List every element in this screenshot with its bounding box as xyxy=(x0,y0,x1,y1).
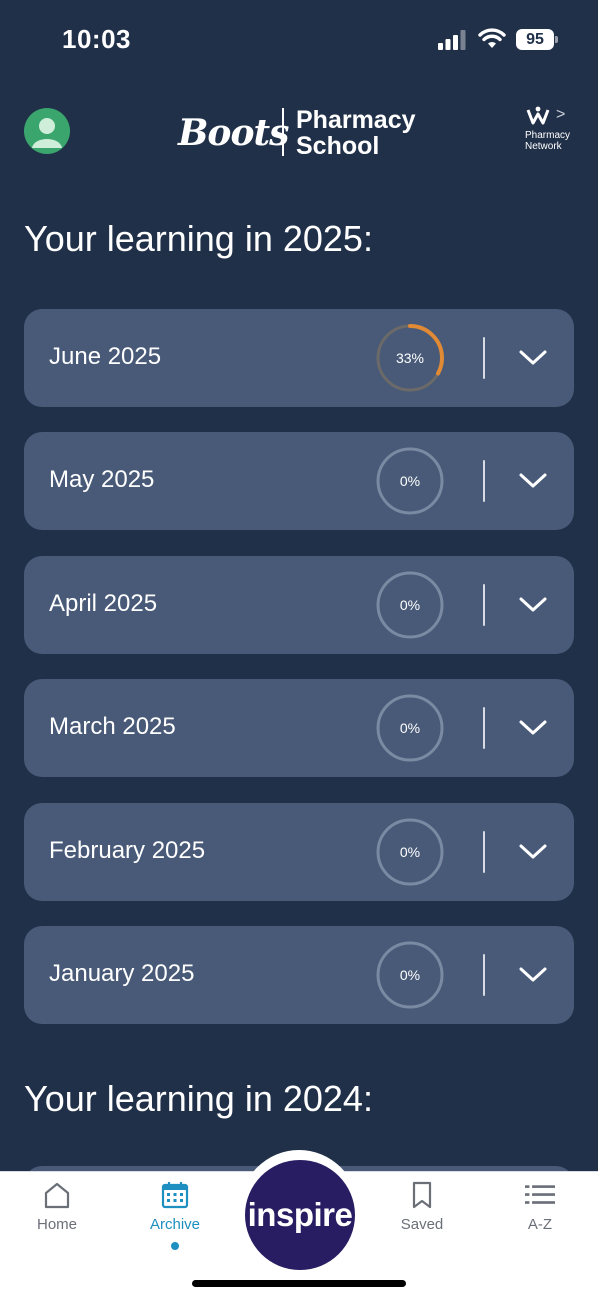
progress-percentage: 0% xyxy=(399,843,421,860)
month-label: March 2025 xyxy=(49,713,176,741)
nav-home[interactable]: Home xyxy=(7,1180,107,1250)
nav-archive-label: Archive xyxy=(149,1216,201,1233)
chevron-right-icon: > xyxy=(556,106,566,123)
nav-archive[interactable]: Archive xyxy=(125,1180,225,1250)
user-icon xyxy=(32,118,62,148)
list-icon xyxy=(525,1185,555,1204)
nav-a-z-label: A-Z xyxy=(527,1216,553,1233)
month-label: April 2025 xyxy=(49,589,158,617)
nav-saved-label: Saved xyxy=(400,1216,444,1233)
progress-percentage: 0% xyxy=(399,473,421,490)
logo-line-school: School xyxy=(296,132,380,160)
month-card[interactable]: February 2025 0% xyxy=(24,802,574,901)
card-divider xyxy=(483,707,485,750)
chevron-down-icon[interactable] xyxy=(518,713,548,743)
nav-saved[interactable]: Saved xyxy=(372,1180,472,1250)
card-divider xyxy=(483,337,485,379)
boots-logo-text: Boots xyxy=(178,112,289,154)
cellular-signal-icon xyxy=(438,30,466,50)
chevron-down-icon[interactable] xyxy=(518,960,548,990)
bookmark-icon xyxy=(412,1181,432,1209)
card-divider xyxy=(483,830,485,873)
section-title-2025: Your learning in 2025: xyxy=(24,218,373,259)
month-label: May 2025 xyxy=(49,466,155,494)
battery-icon: 95 xyxy=(516,29,558,50)
pharmacy-network-logo-icon xyxy=(526,106,550,125)
inspire-button[interactable]: inspire xyxy=(245,1160,355,1270)
progress-percentage: 0% xyxy=(399,720,421,737)
card-divider xyxy=(483,460,485,503)
month-card[interactable]: January 2025 0% xyxy=(24,925,574,1024)
home-indicator[interactable] xyxy=(192,1280,406,1287)
logo-line-pharmacy: Pharmacy xyxy=(296,106,416,134)
chevron-down-icon[interactable] xyxy=(518,343,548,373)
profile-avatar[interactable] xyxy=(24,108,70,154)
battery-level: 95 xyxy=(516,29,554,50)
section-title-2024: Your learning in 2024: xyxy=(24,1078,373,1119)
card-divider xyxy=(483,953,485,996)
chevron-down-icon[interactable] xyxy=(518,590,548,620)
chevron-down-icon[interactable] xyxy=(518,466,548,496)
month-label: January 2025 xyxy=(49,959,195,987)
pharmacy-network-link[interactable]: > Pharmacy Network xyxy=(520,104,580,156)
boots-pharmacy-school-logo: Boots Pharmacy School xyxy=(178,104,428,160)
month-card[interactable]: June 2025 33% xyxy=(24,309,574,407)
active-indicator-dot xyxy=(171,1242,179,1250)
card-divider xyxy=(483,583,485,626)
nav-a-z[interactable]: A-Z xyxy=(490,1180,590,1250)
home-icon xyxy=(44,1182,70,1209)
progress-percentage: 0% xyxy=(399,596,421,613)
month-list: June 2025 33% May 2025 0% April 2025 0% March … xyxy=(24,309,574,1049)
calendar-icon xyxy=(161,1182,189,1209)
month-card[interactable]: May 2025 0% xyxy=(24,432,574,531)
status-bar: 10:03 95 xyxy=(0,0,598,80)
nav-home-label: Home xyxy=(36,1216,77,1233)
month-label: February 2025 xyxy=(49,836,206,864)
logo-divider xyxy=(282,108,284,156)
pharmacy-network-label: Pharmacy Network xyxy=(525,130,571,152)
month-label: June 2025 xyxy=(49,343,162,370)
progress-percentage: 33% xyxy=(395,350,425,366)
wifi-icon xyxy=(478,28,506,48)
month-card[interactable]: April 2025 0% xyxy=(24,555,574,654)
chevron-down-icon[interactable] xyxy=(518,837,548,867)
status-time: 10:03 xyxy=(62,24,131,54)
month-card[interactable]: March 2025 0% xyxy=(24,679,574,778)
progress-percentage: 0% xyxy=(399,966,421,983)
